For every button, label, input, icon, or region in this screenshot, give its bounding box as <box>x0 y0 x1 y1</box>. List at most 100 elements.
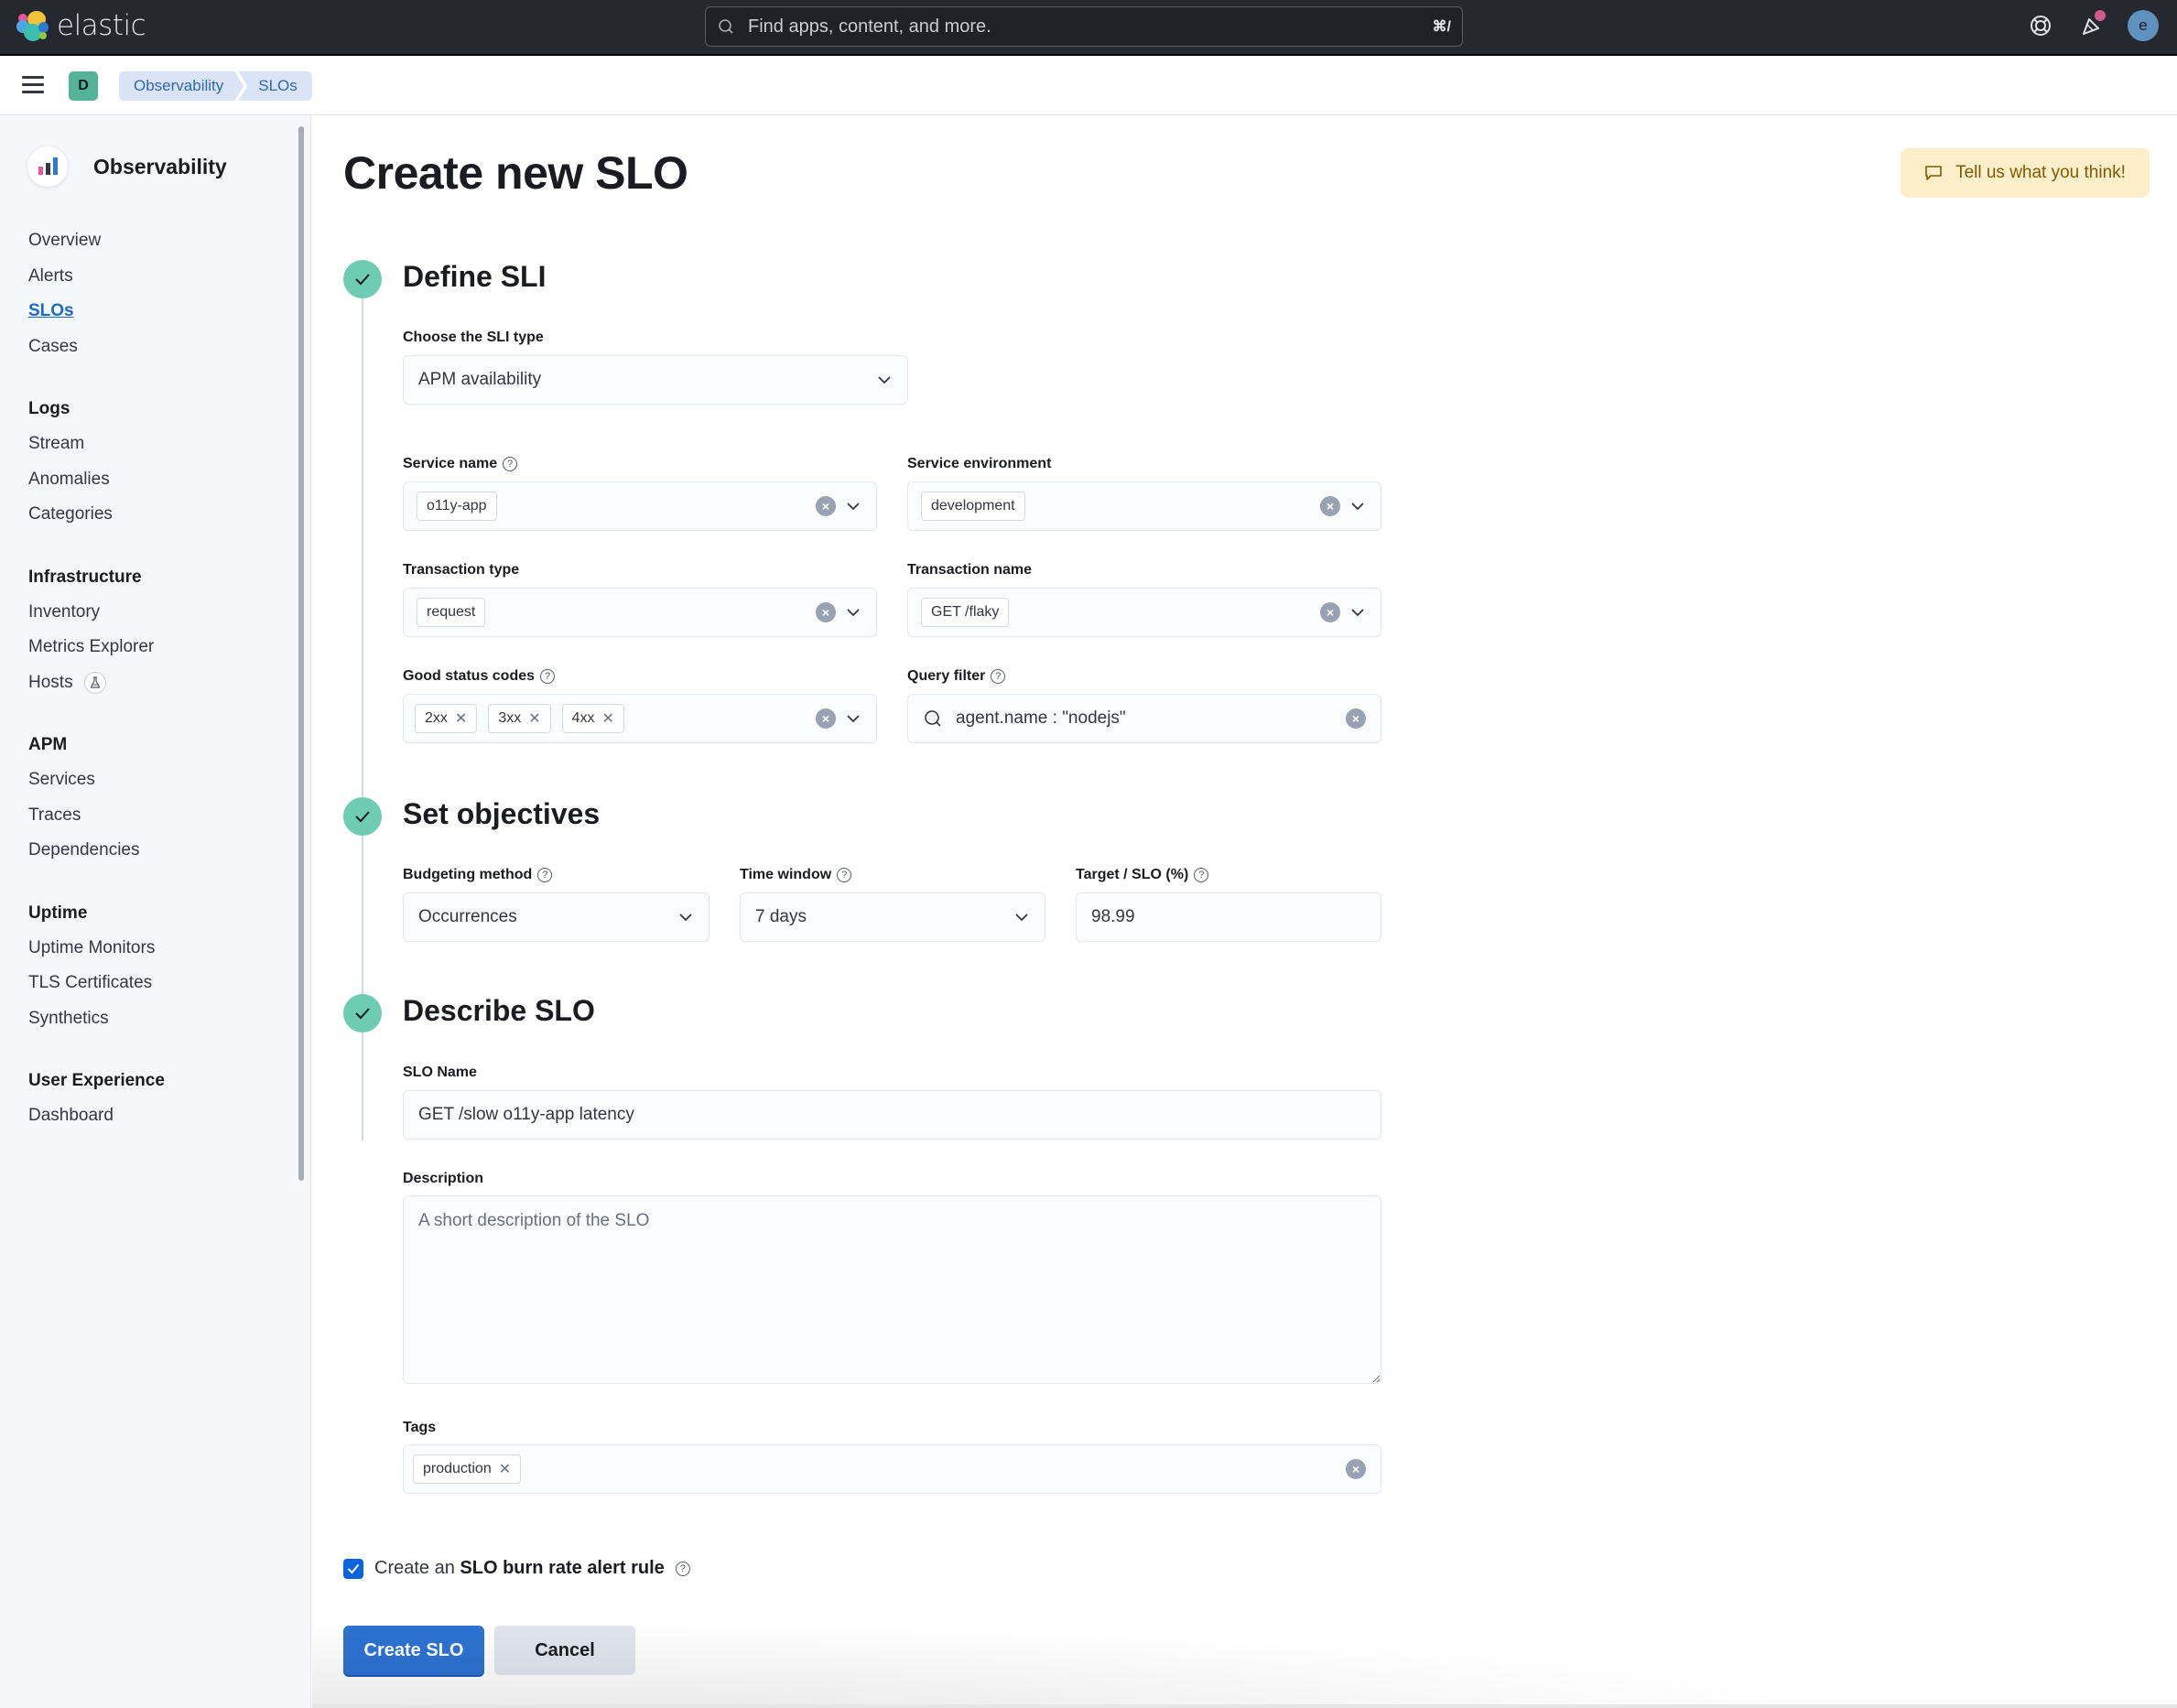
alert-rule-option: Create an SLO burn rate alert rule ? <box>343 1558 690 1579</box>
cancel-button[interactable]: Cancel <box>494 1626 635 1675</box>
sidebar-group-main: Overview Alerts SLOs Cases <box>28 223 294 364</box>
nav-menu-toggle[interactable] <box>22 76 44 96</box>
step-complete-icon <box>343 797 382 836</box>
transaction-name-combobox[interactable]: GET /flaky × <box>907 588 1381 637</box>
sli-type-select[interactable]: APM availability <box>403 355 908 405</box>
sidebar-item-traces[interactable]: Traces <box>28 798 294 834</box>
query-filter-input[interactable]: agent.name : "nodejs" × <box>907 694 1381 743</box>
sidebar-item-dependencies[interactable]: Dependencies <box>28 833 294 869</box>
description-textarea[interactable] <box>403 1195 1381 1384</box>
sidebar-item-uptime-monitors[interactable]: Uptime Monitors <box>28 931 294 967</box>
remove-icon[interactable]: ✕ <box>455 709 467 728</box>
remove-icon[interactable]: ✕ <box>528 709 540 728</box>
step-title-set-objectives: Set objectives <box>403 797 601 830</box>
bottom-divider <box>312 1704 2177 1708</box>
chevron-down-icon[interactable] <box>1349 604 1366 621</box>
user-menu-button[interactable]: e <box>2128 10 2159 41</box>
help-icon[interactable]: ? <box>991 669 1006 684</box>
service-name-pill: o11y-app <box>417 492 497 521</box>
label-text: Good status codes <box>403 668 536 684</box>
remove-icon[interactable]: ✕ <box>602 709 614 728</box>
help-button[interactable] <box>2025 10 2056 41</box>
global-search[interactable]: ⌘/ <box>705 6 1463 47</box>
sidebar-item-metrics-explorer[interactable]: Metrics Explorer <box>28 630 294 665</box>
clear-icon[interactable]: × <box>1346 1459 1366 1479</box>
good-status-codes-combobox[interactable]: 2xx ✕ 3xx ✕ 4xx ✕ × <box>403 694 877 743</box>
space-avatar[interactable]: D <box>69 71 98 101</box>
sidebar-item-inventory[interactable]: Inventory <box>28 595 294 631</box>
alert-rule-checkbox[interactable] <box>343 1558 363 1579</box>
slo-name-input[interactable]: GET /slow o11y-app latency <box>403 1090 1381 1140</box>
tags-label: Tags <box>403 1420 436 1436</box>
sidebar-scrollbar[interactable] <box>298 126 304 1181</box>
sidebar-item-cases[interactable]: Cases <box>28 330 294 365</box>
global-search-input[interactable] <box>748 16 1433 38</box>
sidebar-item-hosts[interactable]: Hosts <box>28 665 294 701</box>
clear-icon[interactable]: × <box>816 708 836 729</box>
help-icon[interactable]: ? <box>837 868 852 882</box>
label-text: Description <box>403 1171 484 1186</box>
sidebar-group-logs: Logs Stream Anomalies Categories <box>28 392 294 533</box>
service-name-combobox[interactable]: o11y-app × <box>403 481 877 531</box>
sidebar-item-overview[interactable]: Overview <box>28 223 294 259</box>
side-nav: Observability Overview Alerts SLOs Cases… <box>0 115 311 1708</box>
clear-icon[interactable]: × <box>1320 602 1340 622</box>
clear-icon[interactable]: × <box>816 602 836 622</box>
feedback-button[interactable]: Tell us what you think! <box>1901 148 2150 198</box>
step-complete-icon <box>343 260 382 298</box>
help-icon[interactable]: ? <box>540 669 556 684</box>
help-icon[interactable]: ? <box>537 868 553 882</box>
alert-rule-bold: SLO burn rate alert rule <box>460 1558 665 1578</box>
breadcrumb-observability[interactable]: Observability <box>119 71 244 101</box>
tags-combobox[interactable]: production ✕ × <box>403 1444 1381 1494</box>
clear-icon[interactable]: × <box>816 496 836 516</box>
pill-text: production <box>423 1461 492 1476</box>
transaction-type-combobox[interactable]: request × <box>403 588 877 637</box>
clear-icon[interactable]: × <box>1320 496 1340 516</box>
create-slo-button[interactable]: Create SLO <box>343 1626 484 1675</box>
elastic-logo[interactable]: elastic <box>16 9 146 42</box>
sidebar-title: Observability <box>93 154 227 178</box>
chevron-down-icon[interactable] <box>845 604 861 621</box>
page-title: Create new SLO <box>343 147 688 199</box>
pill-text: request <box>427 604 476 620</box>
news-feed-button[interactable] <box>2076 10 2107 41</box>
sidebar-item-dashboard[interactable]: Dashboard <box>28 1098 294 1134</box>
sidebar-group-title: Logs <box>28 399 70 418</box>
sidebar-item-label: Hosts <box>28 672 73 692</box>
target-slo-input[interactable]: 98.99 <box>1076 892 1381 942</box>
pill-text: 4xx <box>571 710 595 726</box>
sidebar-item-stream[interactable]: Stream <box>28 427 294 462</box>
help-icon[interactable]: ? <box>1194 868 1209 882</box>
target-slo-value: 98.99 <box>1091 907 1135 926</box>
chevron-down-icon[interactable] <box>845 710 861 727</box>
sidebar-item-tls-certificates[interactable]: TLS Certificates <box>28 966 294 1001</box>
sidebar-item-alerts[interactable]: Alerts <box>28 259 294 295</box>
sidebar-item-synthetics[interactable]: Synthetics <box>28 1001 294 1037</box>
sidebar-item-services[interactable]: Services <box>28 762 294 798</box>
feedback-label: Tell us what you think! <box>1955 163 2126 182</box>
budgeting-method-select[interactable]: Occurrences <box>403 892 709 942</box>
time-window-select[interactable]: 7 days <box>740 892 1045 942</box>
alert-rule-prefix: Create an <box>374 1558 455 1578</box>
chevron-down-icon[interactable] <box>1349 498 1366 514</box>
service-environment-combobox[interactable]: development × <box>907 481 1381 531</box>
breadcrumb-slos[interactable]: SLOs <box>238 71 312 101</box>
remove-icon[interactable]: ✕ <box>499 1460 511 1478</box>
sidebar-group-title: Infrastructure <box>28 567 142 587</box>
label-text: Transaction name <box>907 562 1033 578</box>
target-slo-label: Target / SLO (%) ? <box>1076 867 1209 883</box>
clear-icon[interactable]: × <box>1346 708 1366 729</box>
help-icon[interactable]: ? <box>675 1561 690 1576</box>
sidebar-item-categories[interactable]: Categories <box>28 497 294 533</box>
step-title-define-sli: Define SLI <box>403 260 547 293</box>
sidebar-item-slos[interactable]: SLOs <box>28 294 294 330</box>
sidebar-item-anomalies[interactable]: Anomalies <box>28 462 294 498</box>
sidebar-group-apm: APM Services Traces Dependencies <box>28 728 294 869</box>
beta-flask-icon <box>83 671 106 694</box>
chevron-down-icon[interactable] <box>845 498 861 514</box>
help-icon[interactable]: ? <box>503 457 518 471</box>
help-lifebuoy-icon <box>2031 16 2051 36</box>
hamburger-icon <box>22 76 44 79</box>
label-text: SLO Name <box>403 1065 477 1080</box>
